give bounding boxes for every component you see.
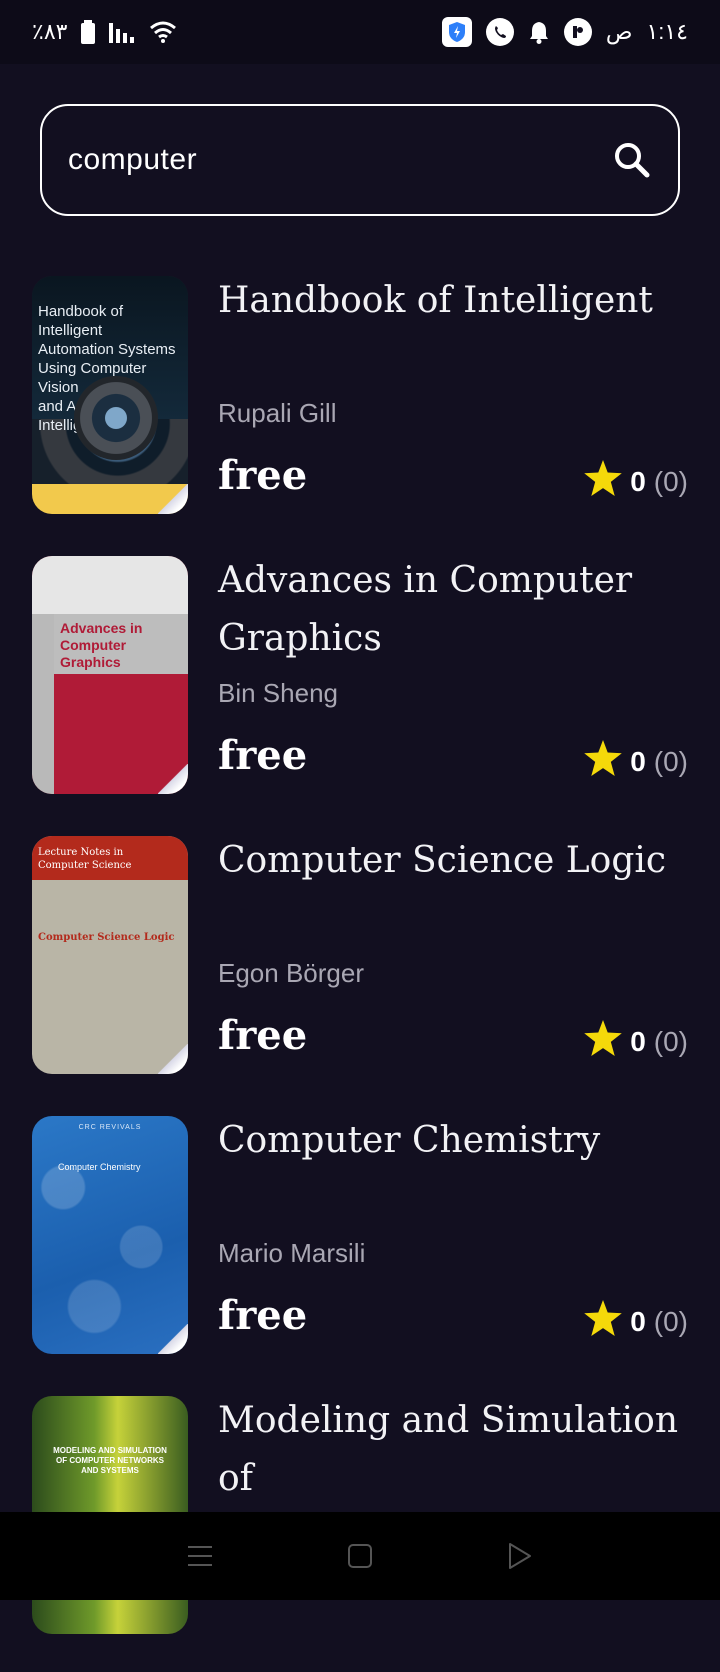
search-bar[interactable] bbox=[40, 104, 680, 216]
book-title[interactable]: Computer Science Logic bbox=[218, 832, 688, 890]
book-rating: 0 (0) bbox=[584, 460, 688, 503]
book-list: Handbook of Intelligent Automation Syste… bbox=[0, 272, 720, 1672]
book-item[interactable]: Handbook of Intelligent Automation Syste… bbox=[0, 272, 720, 552]
book-price: free bbox=[218, 452, 308, 499]
rating-value: 0 bbox=[630, 465, 646, 497]
cover-line: Automation Systems bbox=[38, 341, 176, 358]
cover-art bbox=[32, 556, 188, 614]
cover-line: AND SYSTEMS bbox=[81, 1466, 139, 1475]
status-bar: ٪٨٣ ص ١:١٤ bbox=[0, 0, 720, 64]
camera-lens-art bbox=[74, 376, 158, 460]
page-curl bbox=[158, 764, 188, 794]
book-title[interactable]: Advances in Computer Graphics bbox=[218, 552, 688, 668]
book-cover[interactable]: Lecture Notes in Computer Science Comput… bbox=[32, 836, 188, 1074]
rating-count: (0) bbox=[653, 1305, 688, 1337]
cover-header: Lecture Notes in Computer Science bbox=[38, 846, 182, 872]
cover-line: Handbook of Intelligent bbox=[38, 303, 124, 339]
book-author: Rupali Gill bbox=[218, 398, 337, 428]
cover-header: CRC REVIVALS bbox=[78, 1124, 142, 1131]
shield-app-icon bbox=[441, 17, 472, 47]
book-price: free bbox=[218, 732, 308, 779]
page-curl bbox=[158, 1324, 188, 1354]
cover-art bbox=[32, 614, 54, 794]
cover-art bbox=[32, 1116, 188, 1354]
cover-line: Lecture Notes in bbox=[38, 847, 124, 858]
rating-count: (0) bbox=[653, 465, 688, 497]
cover-line: OF COMPUTER NETWORKS bbox=[56, 1456, 164, 1465]
book-title[interactable]: Handbook of Intelligent bbox=[218, 272, 688, 330]
book-cover[interactable]: CRC REVIVALS Computer Chemistry bbox=[32, 1116, 188, 1354]
book-item[interactable]: Advances in Computer Graphics Advances i… bbox=[0, 552, 720, 832]
cover-title: Computer Science Logic bbox=[38, 932, 175, 943]
signal-icon bbox=[109, 21, 135, 43]
clock-ampm: ص bbox=[605, 19, 633, 44]
cover-title: Advances in Computer Graphics bbox=[60, 620, 182, 671]
book-rating: 0 (0) bbox=[584, 1300, 688, 1343]
status-right: ص ١:١٤ bbox=[441, 17, 688, 47]
battery-percent: ٪٨٣ bbox=[32, 19, 68, 44]
book-item[interactable]: CRC REVIVALS Computer Chemistry Computer… bbox=[0, 1112, 720, 1392]
bell-icon bbox=[528, 20, 550, 44]
rating-value: 0 bbox=[630, 745, 646, 777]
cover-line: Computer Graphics bbox=[60, 637, 127, 670]
page-curl bbox=[158, 484, 188, 514]
viber-icon bbox=[485, 18, 514, 46]
book-item[interactable]: Lecture Notes in Computer Science Comput… bbox=[0, 832, 720, 1112]
book-author: Mario Marsili bbox=[218, 1238, 366, 1268]
menu-icon[interactable] bbox=[176, 1532, 224, 1580]
search-input[interactable] bbox=[66, 142, 610, 178]
cover-line: Computer Science bbox=[38, 860, 132, 871]
rating-count: (0) bbox=[653, 1025, 688, 1057]
cover-title: Computer Chemistry bbox=[58, 1162, 141, 1172]
book-author: Bin Sheng bbox=[218, 678, 338, 708]
cover-title: MODELING AND SIMULATION OF COMPUTER NETW… bbox=[38, 1446, 182, 1476]
system-nav-bar bbox=[0, 1512, 720, 1600]
search-icon[interactable] bbox=[610, 138, 654, 182]
book-title[interactable]: Modeling and Simulation of bbox=[218, 1392, 688, 1508]
book-cover[interactable]: Advances in Computer Graphics bbox=[32, 556, 188, 794]
app-notification-icon bbox=[563, 18, 592, 46]
book-author: Egon Börger bbox=[218, 958, 364, 988]
rating-count: (0) bbox=[653, 745, 688, 777]
star-icon bbox=[584, 740, 622, 783]
book-price: free bbox=[218, 1292, 308, 1339]
book-title[interactable]: Computer Chemistry bbox=[218, 1112, 688, 1170]
clock-time: ١:١٤ bbox=[646, 19, 688, 44]
wifi-icon bbox=[149, 21, 177, 43]
back-icon[interactable] bbox=[496, 1532, 544, 1580]
home-icon[interactable] bbox=[336, 1532, 384, 1580]
book-rating: 0 (0) bbox=[584, 740, 688, 783]
star-icon bbox=[584, 1300, 622, 1343]
status-left: ٪٨٣ bbox=[32, 19, 177, 45]
rating-value: 0 bbox=[630, 1305, 646, 1337]
battery-icon bbox=[81, 20, 96, 44]
rating-value: 0 bbox=[630, 1025, 646, 1057]
star-icon bbox=[584, 460, 622, 503]
page-curl bbox=[158, 1044, 188, 1074]
cover-line: Advances in bbox=[60, 620, 143, 636]
cover-line: MODELING AND SIMULATION bbox=[53, 1446, 167, 1455]
book-cover[interactable]: Handbook of Intelligent Automation Syste… bbox=[32, 276, 188, 514]
book-price: free bbox=[218, 1012, 308, 1059]
star-icon bbox=[584, 1020, 622, 1063]
book-rating: 0 (0) bbox=[584, 1020, 688, 1063]
